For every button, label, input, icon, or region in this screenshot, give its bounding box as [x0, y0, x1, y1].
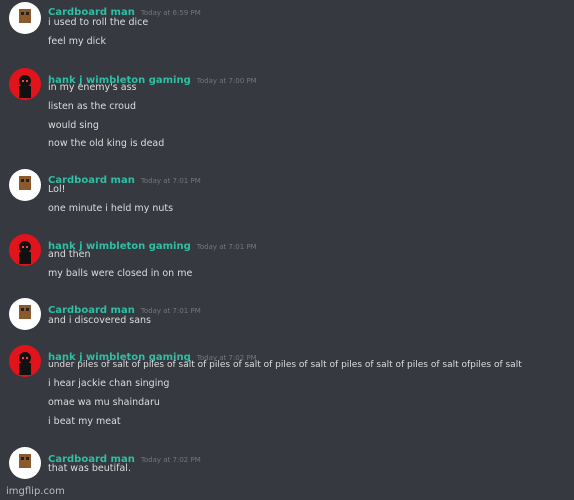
message-text: i used to roll the dice	[48, 17, 149, 28]
message-text: and i discovered sans	[48, 315, 152, 326]
timestamp: Today at 6:59 PM	[140, 9, 201, 17]
message-text: and then	[48, 249, 91, 260]
message-text: my balls were closed in on me	[48, 268, 193, 279]
message-text: would sing	[48, 120, 99, 131]
message-text: listen as the croud	[48, 101, 137, 112]
message-text: in my enemy's ass	[48, 82, 137, 93]
message-header: Cardboard man Today at 7:01 PM	[48, 168, 201, 187]
timestamp: Today at 7:00 PM	[196, 77, 257, 85]
imgflip-watermark: imgflip.com	[6, 486, 65, 497]
avatar-hank[interactable]	[9, 345, 41, 377]
timestamp: Today at 7:01 PM	[140, 307, 201, 315]
message-text: omae wa mu shaindaru	[48, 397, 160, 408]
avatar-cardboard-man[interactable]	[9, 447, 41, 479]
avatar-cardboard-man[interactable]	[9, 298, 41, 330]
message-text: i beat my meat	[48, 416, 121, 427]
timestamp: Today at 7:02 PM	[140, 456, 201, 464]
timestamp: Today at 7:01 PM	[196, 243, 257, 251]
message-text: now the old king is dead	[48, 138, 165, 149]
avatar-cardboard-man[interactable]	[9, 2, 41, 34]
message-text: feel my dick	[48, 36, 106, 47]
avatar-hank[interactable]	[9, 68, 41, 100]
message-text: under piles of salt of piles of salt of …	[48, 360, 522, 370]
message-text: i hear jackie chan singing	[48, 378, 170, 389]
avatar-hank[interactable]	[9, 234, 41, 266]
message-text: Lol!	[48, 184, 66, 195]
timestamp: Today at 7:01 PM	[140, 177, 201, 185]
message-text: that was beutifal.	[48, 463, 131, 474]
avatar-cardboard-man[interactable]	[9, 169, 41, 201]
message-text: one minute i held my nuts	[48, 203, 174, 214]
